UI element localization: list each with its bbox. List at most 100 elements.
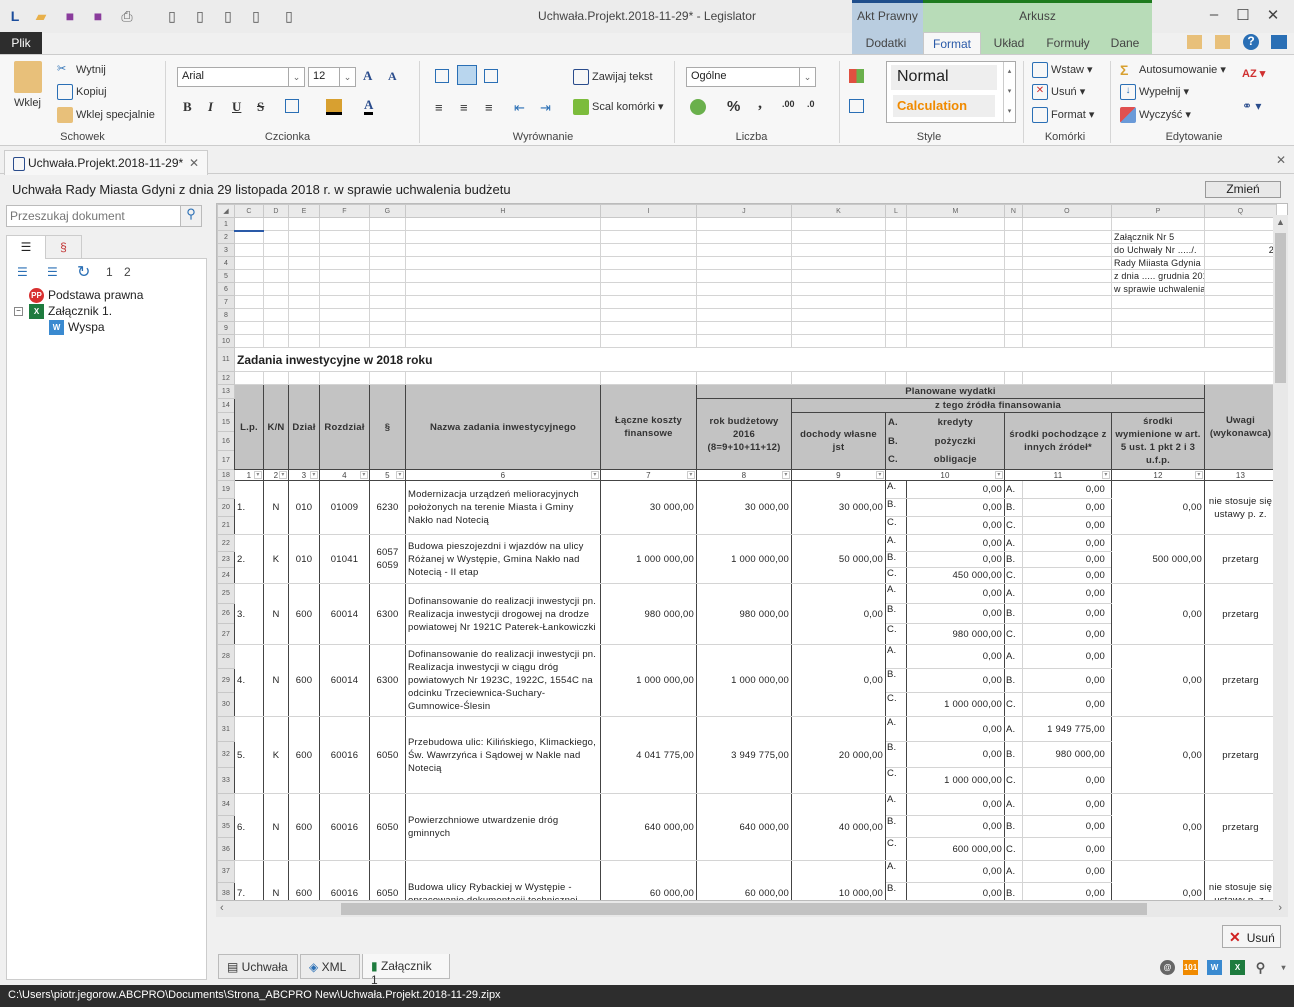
column-header-q[interactable]: Q	[1204, 204, 1277, 218]
cell[interactable]	[885, 308, 907, 322]
cell[interactable]	[906, 371, 1005, 385]
cell[interactable]	[263, 217, 289, 231]
column-header-d[interactable]: D	[263, 204, 289, 218]
close-panel-icon[interactable]: ✕	[1276, 153, 1286, 167]
credit-value[interactable]: 0,00	[906, 815, 1005, 838]
cell[interactable]	[234, 243, 264, 257]
row-header[interactable]: 30	[217, 692, 235, 717]
credit-value[interactable]: 0,00	[906, 534, 1005, 552]
cell[interactable]	[1204, 308, 1277, 322]
cell[interactable]	[1022, 282, 1112, 296]
credit-letter[interactable]: C.	[885, 516, 907, 535]
header-own-revenue[interactable]: dochody własne jst	[791, 412, 886, 470]
row-header[interactable]: 27	[217, 623, 235, 645]
item-dzial[interactable]: 010	[288, 480, 320, 535]
row-header[interactable]: 19	[217, 480, 235, 499]
paste-button[interactable]: Wklej	[14, 97, 41, 109]
cell[interactable]	[319, 230, 370, 244]
credit-value[interactable]: 0,00	[906, 644, 1005, 669]
horizontal-scrollbar[interactable]: ‹ ›	[216, 901, 1288, 917]
column-header-m[interactable]: M	[906, 204, 1005, 218]
cell[interactable]	[288, 321, 320, 335]
change-button[interactable]: Zmień	[1205, 181, 1281, 198]
item-art5[interactable]: 0,00	[1111, 793, 1205, 861]
credit-letter[interactable]: B.	[885, 551, 907, 568]
cell[interactable]	[696, 217, 792, 231]
cell[interactable]	[1004, 256, 1023, 270]
collapse-all-icon[interactable]: ☰	[47, 265, 58, 279]
more-dropdown-icon[interactable]: ▾	[1276, 960, 1291, 975]
cell[interactable]	[906, 321, 1005, 335]
other-letter[interactable]: A.	[1004, 716, 1023, 742]
other-value[interactable]: 0,00	[1022, 583, 1112, 604]
cell[interactable]	[319, 321, 370, 335]
clear-button[interactable]: Wyczyść ▾	[1120, 107, 1191, 123]
annex-line[interactable]: w sprawie uchwalenia budżetu	[1111, 282, 1205, 296]
row-header[interactable]: 7	[217, 295, 235, 309]
cell[interactable]	[405, 334, 601, 348]
item-paragraph[interactable]: 6057 6059	[369, 534, 406, 584]
item-remarks[interactable]: przetarg	[1204, 644, 1277, 717]
sort-filter-icon[interactable]: AZ ▾	[1242, 67, 1265, 80]
cell[interactable]	[906, 334, 1005, 348]
credit-letter[interactable]: C.	[885, 767, 907, 794]
item-total-cost[interactable]: 30 000,00	[600, 480, 697, 535]
cell[interactable]	[234, 269, 264, 283]
header-task-name[interactable]: Nazwa zadania inwestycyjnego	[405, 384, 601, 470]
row-header[interactable]: 20	[217, 498, 235, 517]
other-letter[interactable]: A.	[1004, 644, 1023, 669]
item-dzial[interactable]: 600	[288, 716, 320, 794]
item-lp[interactable]: 7.	[234, 860, 264, 900]
other-value[interactable]: 0,00	[1022, 793, 1112, 816]
cell[interactable]	[1204, 282, 1277, 296]
increase-indent-icon[interactable]: ⇥	[540, 100, 551, 116]
cell[interactable]	[1111, 308, 1205, 322]
cell[interactable]	[1111, 321, 1205, 335]
other-value[interactable]: 0,00	[1022, 644, 1112, 669]
item-dzial[interactable]: 600	[288, 644, 320, 717]
cell[interactable]	[885, 269, 907, 283]
other-letter[interactable]: B.	[1004, 882, 1023, 900]
decrease-indent-icon[interactable]: ⇤	[514, 100, 525, 116]
item-art5[interactable]: 500 000,00	[1111, 534, 1205, 584]
item-art5[interactable]: 0,00	[1111, 644, 1205, 717]
credit-value[interactable]: 980 000,00	[906, 623, 1005, 645]
credit-value[interactable]: 0,00	[906, 551, 1005, 568]
other-letter[interactable]: A.	[1004, 534, 1023, 552]
align-bottom-icon[interactable]	[484, 69, 498, 83]
cell[interactable]	[1111, 371, 1205, 385]
other-value[interactable]: 0,00	[1022, 692, 1112, 717]
row-header[interactable]: 21	[217, 516, 235, 535]
expand-all-icon[interactable]: ☰	[17, 265, 28, 279]
cell[interactable]	[1204, 269, 1277, 283]
font-color-button[interactable]: A	[364, 98, 374, 115]
cell[interactable]	[319, 217, 370, 231]
item-kn[interactable]: K	[263, 534, 289, 584]
other-letter[interactable]: B.	[1004, 815, 1023, 838]
spreadsheet-grid[interactable]: ◢ C D E F G H I J K L M N O P Q 1 2 Załącznik Nr 5 3 do Uchw…	[217, 204, 1277, 900]
cell[interactable]	[1004, 217, 1023, 231]
cell[interactable]	[319, 371, 370, 385]
item-art5[interactable]: 0,00	[1111, 583, 1205, 645]
cell[interactable]	[906, 308, 1005, 322]
cell[interactable]	[600, 243, 697, 257]
cell[interactable]	[600, 256, 697, 270]
other-value[interactable]: 0,00	[1022, 498, 1112, 517]
shrink-font-button[interactable]: A	[388, 69, 397, 84]
column-number-filter[interactable]: 7 ▾	[600, 469, 697, 481]
cell[interactable]	[791, 334, 886, 348]
column-number-filter[interactable]: 5 ▾	[369, 469, 406, 481]
item-budget[interactable]: 60 000,00	[696, 860, 792, 900]
maximize-button[interactable]: ☐	[1232, 6, 1254, 26]
format-cells-button[interactable]: Format ▾	[1032, 107, 1094, 123]
cell[interactable]	[288, 230, 320, 244]
cell[interactable]	[1004, 321, 1023, 335]
cell[interactable]	[234, 308, 264, 322]
tab-dane[interactable]: Dane	[1102, 32, 1148, 54]
cell[interactable]	[288, 243, 320, 257]
autosum-button[interactable]: Σ Autosumowanie ▾	[1120, 62, 1226, 78]
cell[interactable]	[1204, 256, 1277, 270]
options-icon[interactable]	[1271, 35, 1287, 49]
header-credit-type[interactable]: kredyty	[906, 412, 1005, 432]
header-art5[interactable]: środki wymienione w art. 5 ust. 1 pkt 2 …	[1111, 412, 1205, 470]
